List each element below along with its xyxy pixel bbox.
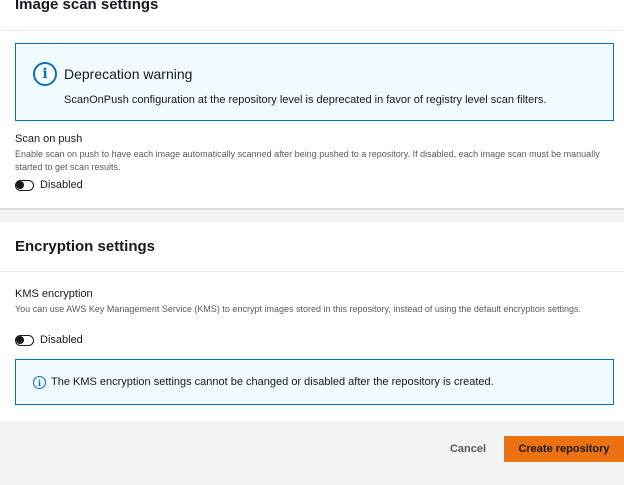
kms-encryption-toggle[interactable] bbox=[15, 334, 34, 346]
kms-info-alert: i The KMS encryption settings cannot be … bbox=[15, 359, 614, 405]
scan-on-push-toggle-row[interactable]: Disabled bbox=[15, 179, 83, 191]
info-icon: i bbox=[33, 376, 46, 389]
scan-on-push-label: Scan on push bbox=[15, 133, 83, 145]
image-scan-settings-panel: Image scan settings i Deprecation warnin… bbox=[0, 0, 624, 209]
image-scan-settings-title: Image scan settings bbox=[15, 0, 159, 13]
kms-encryption-label: KMS encryption bbox=[15, 288, 93, 300]
encryption-settings-title: Encryption settings bbox=[15, 238, 156, 255]
deprecation-warning-title: Deprecation warning bbox=[64, 66, 193, 82]
scan-on-push-description: Enable scan on push to have each image a… bbox=[15, 149, 600, 172]
info-icon: i bbox=[33, 62, 57, 86]
scan-on-push-toggle-label: Disabled bbox=[40, 179, 83, 191]
section-divider bbox=[0, 208, 624, 210]
deprecation-warning-alert: i Deprecation warning ScanOnPush configu… bbox=[15, 43, 614, 121]
scan-on-push-toggle[interactable] bbox=[15, 179, 34, 191]
kms-encryption-toggle-label: Disabled bbox=[40, 334, 83, 346]
image-scan-settings-header: Image scan settings bbox=[0, 0, 624, 31]
cancel-button[interactable]: Cancel bbox=[440, 437, 496, 461]
kms-encryption-toggle-row[interactable]: Disabled bbox=[15, 334, 83, 346]
create-repository-button[interactable]: Create repository bbox=[504, 436, 624, 462]
encryption-settings-header: Encryption settings bbox=[0, 222, 624, 272]
kms-info-text: The KMS encryption settings cannot be ch… bbox=[51, 376, 494, 388]
kms-encryption-description: You can use AWS Key Management Service (… bbox=[15, 304, 581, 314]
deprecation-warning-text: ScanOnPush configuration at the reposito… bbox=[64, 94, 547, 106]
